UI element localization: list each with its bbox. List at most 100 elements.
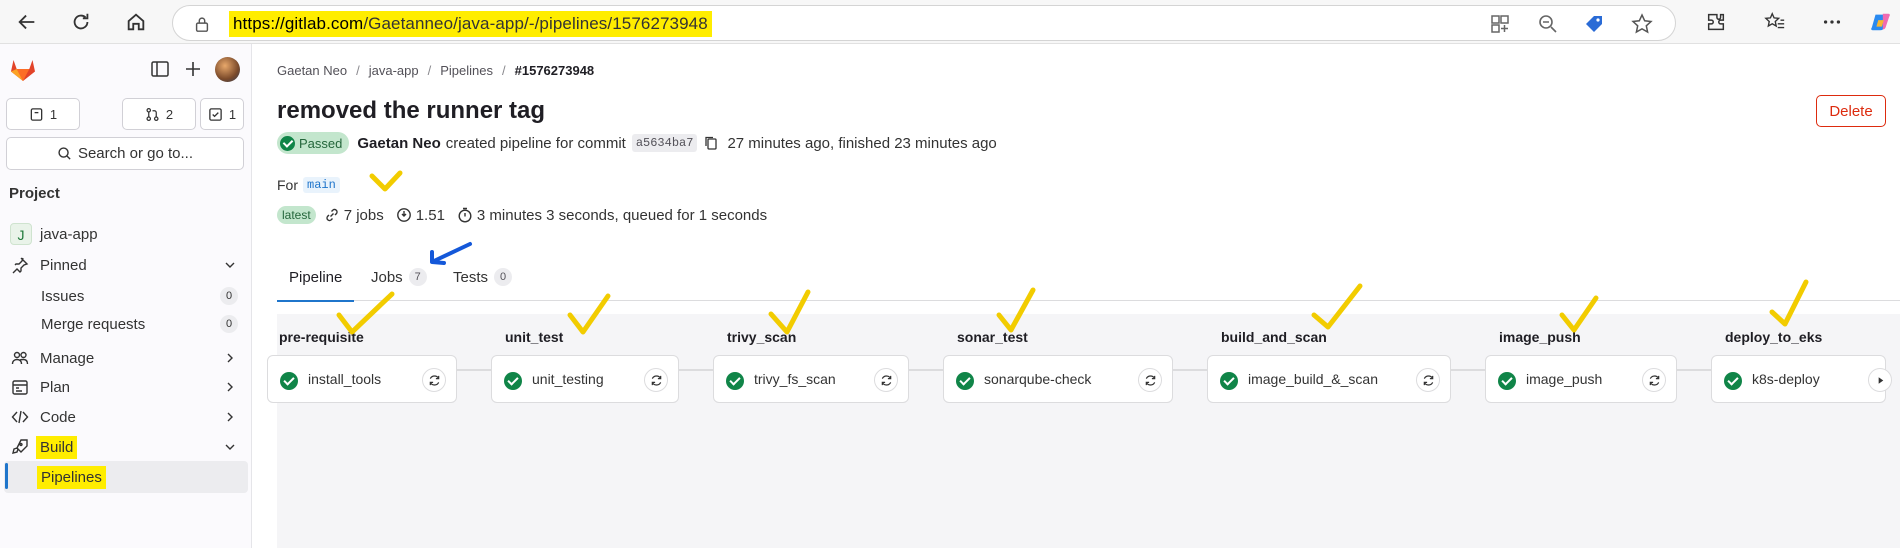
job-card[interactable]: sonarqube-check [943, 355, 1173, 403]
sidebar-item-plan[interactable]: Plan [4, 371, 248, 403]
play-button[interactable] [1868, 368, 1892, 392]
coupon-tag-icon[interactable] [1583, 13, 1605, 35]
sidebar-item-label: java-app [40, 225, 98, 243]
branch-link[interactable]: main [303, 177, 340, 193]
active-indicator [5, 463, 8, 489]
job-name: image_build_&_scan [1248, 371, 1378, 387]
breadcrumb-separator: / [427, 63, 432, 78]
sidebar-item-manage[interactable]: Manage [4, 342, 248, 374]
reload-button[interactable] [66, 7, 96, 37]
favorites-button[interactable] [1760, 7, 1790, 37]
issues-icon [30, 107, 43, 121]
search-button[interactable]: Search or go to... [6, 137, 244, 170]
stage-name: sonar_test [957, 329, 1028, 345]
merge-requests-badge: 0 [220, 315, 238, 333]
job-card[interactable]: image_push [1485, 355, 1677, 403]
job-card[interactable]: install_tools [267, 355, 457, 403]
pipeline-graph: pre-requisite install_tools unit_test un… [267, 314, 1900, 548]
tab-label: Jobs [371, 268, 403, 286]
sidebar-item-code[interactable]: Code [4, 401, 248, 433]
sidebar-item-project[interactable]: J java-app [4, 218, 248, 250]
sidebar-item-label: Code [40, 408, 76, 426]
favorite-star-icon[interactable] [1631, 13, 1653, 35]
pin-icon [12, 257, 29, 274]
zoom-out-icon[interactable] [1537, 13, 1559, 35]
retry-icon [429, 374, 439, 386]
issues-badge: 0 [220, 287, 238, 305]
success-check-icon [504, 372, 522, 390]
user-avatar[interactable] [215, 57, 240, 82]
delete-button[interactable]: Delete [1816, 95, 1886, 127]
breadcrumb-project[interactable]: java-app [369, 63, 419, 78]
retry-icon [651, 374, 661, 386]
retry-button[interactable] [874, 368, 898, 392]
stage-connector [1173, 369, 1207, 371]
plus-icon[interactable] [183, 59, 203, 79]
merge-requests-counter[interactable]: 2 [122, 98, 196, 130]
breadcrumb-current[interactable]: #1576273948 [515, 63, 595, 78]
job-name: trivy_fs_scan [754, 371, 836, 387]
todos-counter[interactable]: 1 [200, 98, 244, 130]
arrow-left-icon [18, 14, 35, 30]
retry-button[interactable] [422, 368, 446, 392]
retry-icon [1423, 374, 1433, 386]
chevron-right-icon [227, 412, 233, 422]
tab-tests[interactable]: Tests 0 [453, 253, 513, 301]
lock-icon [195, 17, 209, 32]
status-badge[interactable]: Passed [277, 132, 350, 154]
issues-counter[interactable]: 1 [6, 98, 80, 130]
retry-button[interactable] [644, 368, 668, 392]
ellipsis-icon [1823, 20, 1841, 24]
timer-icon [458, 207, 472, 223]
retry-button[interactable] [1416, 368, 1440, 392]
copilot-button[interactable] [1866, 7, 1896, 37]
breadcrumb: Gaetan Neo / java-app / Pipelines / #157… [277, 63, 594, 78]
job-card[interactable]: image_build_&_scan [1207, 355, 1451, 403]
job-card[interactable]: k8s-deploy [1711, 355, 1892, 403]
retry-button[interactable] [1138, 368, 1162, 392]
sidebar-item-label: Pinned [40, 256, 87, 274]
copy-icon[interactable] [703, 135, 719, 151]
address-bar[interactable]: https://gitlab.com/Gaetanneo/java-app/-/… [172, 5, 1676, 41]
tab-jobs[interactable]: Jobs 7 [371, 253, 427, 301]
retry-button[interactable] [1642, 368, 1666, 392]
job-card[interactable]: trivy_fs_scan [713, 355, 909, 403]
job-card[interactable]: unit_testing [491, 355, 679, 403]
success-check-icon [726, 372, 744, 390]
job-name: image_push [1526, 371, 1603, 387]
for-label: For [277, 177, 298, 193]
sidebar-item-label: Plan [40, 378, 71, 396]
extensions-button[interactable] [1701, 7, 1731, 37]
url-text[interactable]: https://gitlab.com/Gaetanneo/java-app/-/… [229, 11, 712, 37]
merge-request-icon [146, 107, 159, 121]
latest-badge: latest [277, 206, 316, 224]
sidebar-heading: Project [9, 185, 60, 202]
puzzle-icon [1707, 13, 1725, 31]
stage-connector [909, 369, 943, 371]
success-check-icon [1724, 372, 1742, 390]
author-link[interactable]: Gaetan Neo [357, 135, 440, 152]
sidebar-item-pipelines[interactable]: Pipelines [4, 461, 248, 493]
more-menu-button[interactable] [1817, 7, 1847, 37]
back-button[interactable] [12, 7, 42, 37]
sidebar-item-merge-requests[interactable]: Merge requests 0 [4, 308, 248, 340]
gitlab-logo-icon[interactable] [10, 58, 36, 82]
stage-name: trivy_scan [727, 329, 797, 345]
score-icon [396, 208, 411, 222]
sidebar-toggle-icon[interactable] [150, 59, 170, 79]
app-grid-icon[interactable] [1489, 13, 1511, 35]
success-check-icon [280, 135, 295, 151]
tab-pipeline[interactable]: Pipeline [277, 253, 355, 302]
breadcrumb-user[interactable]: Gaetan Neo [277, 63, 347, 78]
status-label: Passed [299, 135, 343, 151]
home-button[interactable] [121, 7, 151, 37]
commit-sha[interactable]: a5634ba7 [631, 134, 698, 152]
sidebar-item-build[interactable]: Build [4, 431, 248, 463]
search-icon [58, 147, 71, 160]
chevron-down-icon [225, 444, 235, 450]
breadcrumb-pipelines[interactable]: Pipelines [440, 63, 493, 78]
project-avatar: J [10, 223, 32, 245]
tab-count: 7 [408, 268, 427, 286]
sidebar-item-pinned[interactable]: Pinned [4, 249, 248, 281]
stage-name: deploy_to_eks [1725, 329, 1823, 345]
